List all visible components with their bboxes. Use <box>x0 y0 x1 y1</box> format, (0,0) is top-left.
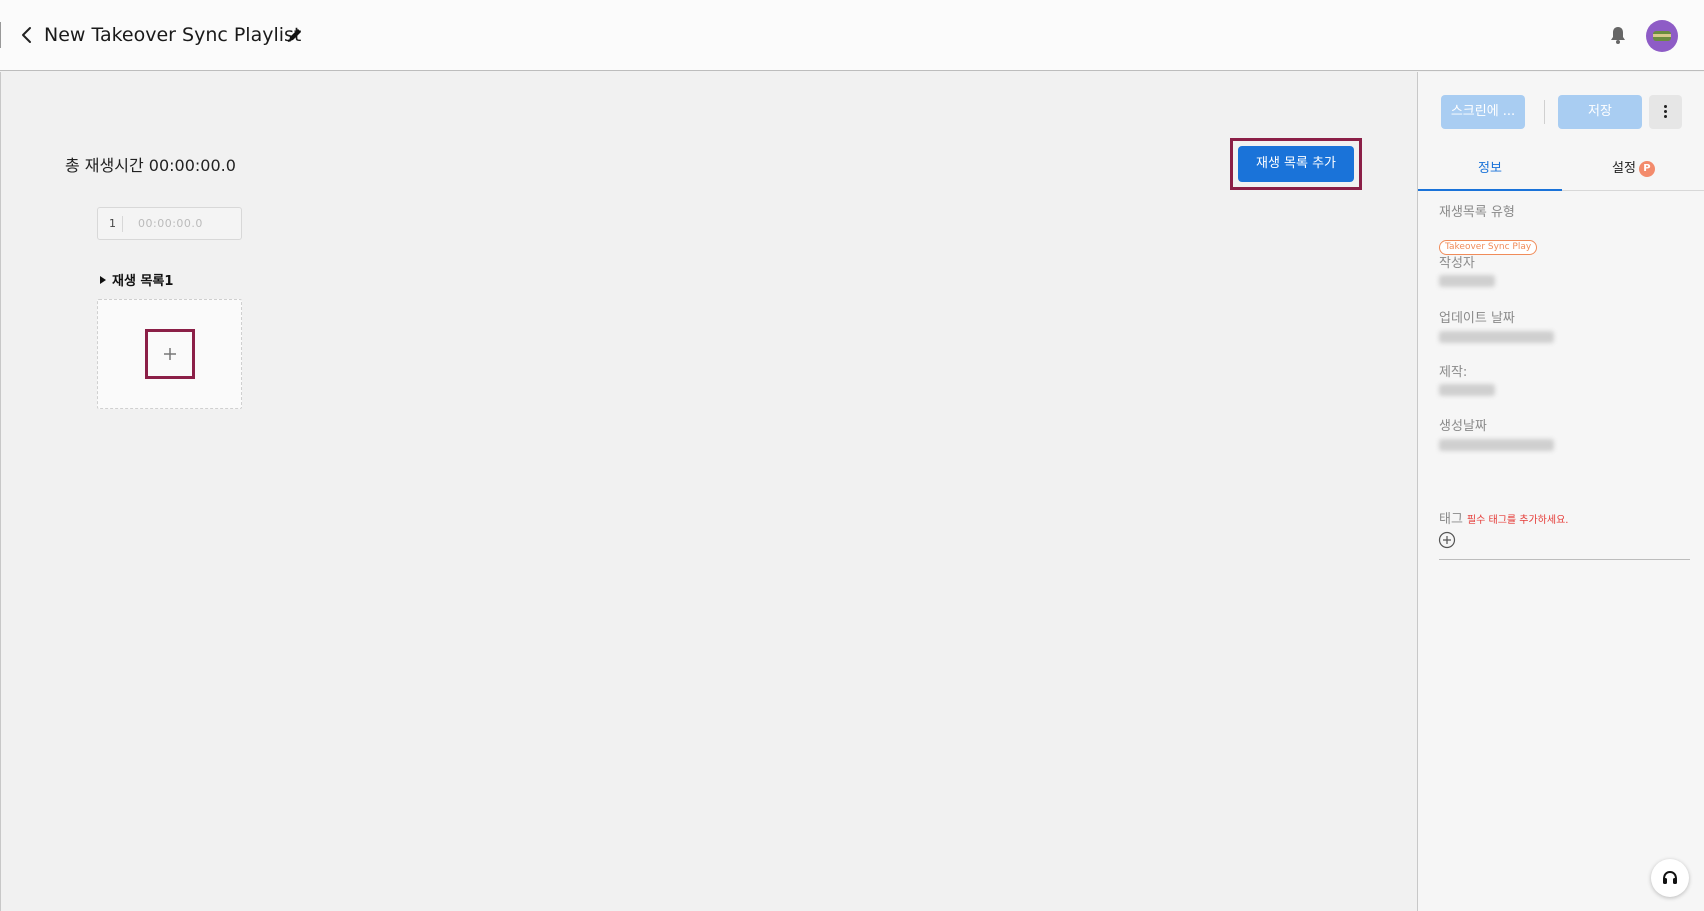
more-dot-icon <box>1664 110 1667 113</box>
playlist-type-label: 재생목록 유형 <box>1439 205 1515 220</box>
plus-circle-icon <box>1438 531 1456 549</box>
more-dot-icon <box>1664 115 1667 118</box>
updated-date-label: 업데이트 날짜 <box>1439 311 1515 326</box>
header-edge-divider <box>0 22 1 48</box>
tab-info[interactable]: 정보 <box>1418 158 1562 191</box>
add-tag-button[interactable] <box>1438 531 1456 549</box>
playlist-editor-area: 총 재생시간 00:00:00.0 재생 목록 추가 1 00:00:00.0 … <box>0 72 1417 911</box>
avatar-image-stripe <box>1653 34 1671 37</box>
playlist-name: 재생 목록1 <box>112 274 174 289</box>
publish-to-screen-button[interactable]: 스크린에 ... <box>1441 95 1525 129</box>
tab-info-label: 정보 <box>1478 161 1502 176</box>
tag-field-underline <box>1439 559 1690 560</box>
page-title: New Takeover Sync Playlist <box>44 24 302 46</box>
more-options-button[interactable] <box>1649 95 1682 129</box>
pencil-icon <box>288 29 301 42</box>
tab-settings[interactable]: 설정 P <box>1562 158 1704 191</box>
tag-label: 태그 <box>1439 512 1463 527</box>
button-divider <box>1544 100 1545 124</box>
timeline-time-box: 1 00:00:00.0 <box>97 207 242 240</box>
back-button[interactable] <box>16 22 38 48</box>
author-label: 작성자 <box>1439 256 1475 271</box>
save-button[interactable]: 저장 <box>1558 95 1642 129</box>
caret-right-icon <box>100 276 106 284</box>
updated-date-value-redacted <box>1439 331 1554 343</box>
timeline-index: 1 <box>109 217 116 230</box>
properties-panel: 스크린에 ... 저장 정보 설정 P 재생목록 유형 Takeover Sync… <box>1417 72 1704 911</box>
more-dot-icon <box>1664 105 1667 108</box>
notification-bell-icon[interactable] <box>1607 24 1629 46</box>
top-header: New Takeover Sync Playlist <box>0 0 1704 71</box>
tag-required-message: 필수 태그를 추가하세요. <box>1466 515 1569 526</box>
headset-icon <box>1663 870 1677 884</box>
timeline-time: 00:00:00.0 <box>138 217 203 230</box>
timeline-separator <box>122 216 123 232</box>
support-button[interactable] <box>1651 859 1689 897</box>
playlist-toggle[interactable]: 재생 목록1 <box>100 270 173 289</box>
producer-label: 제작: <box>1439 365 1468 380</box>
user-avatar[interactable] <box>1646 20 1678 52</box>
total-duration-label: 총 재생시간 00:00:00.0 <box>65 156 236 175</box>
created-date-value-redacted <box>1439 439 1554 451</box>
created-date-label: 생성날짜 <box>1439 419 1487 434</box>
add-content-button[interactable] <box>145 329 195 379</box>
chevron-left-icon <box>22 27 31 43</box>
tag-field-row: 태그 필수 태그를 추가하세요. <box>1439 508 1568 527</box>
tab-settings-label: 설정 <box>1612 161 1636 176</box>
producer-value-redacted <box>1439 384 1495 396</box>
premium-badge: P <box>1638 161 1655 177</box>
edit-title-button[interactable] <box>285 25 305 45</box>
add-playlist-button[interactable]: 재생 목록 추가 <box>1238 146 1354 182</box>
plus-icon <box>164 348 176 360</box>
author-value-redacted <box>1439 275 1495 287</box>
